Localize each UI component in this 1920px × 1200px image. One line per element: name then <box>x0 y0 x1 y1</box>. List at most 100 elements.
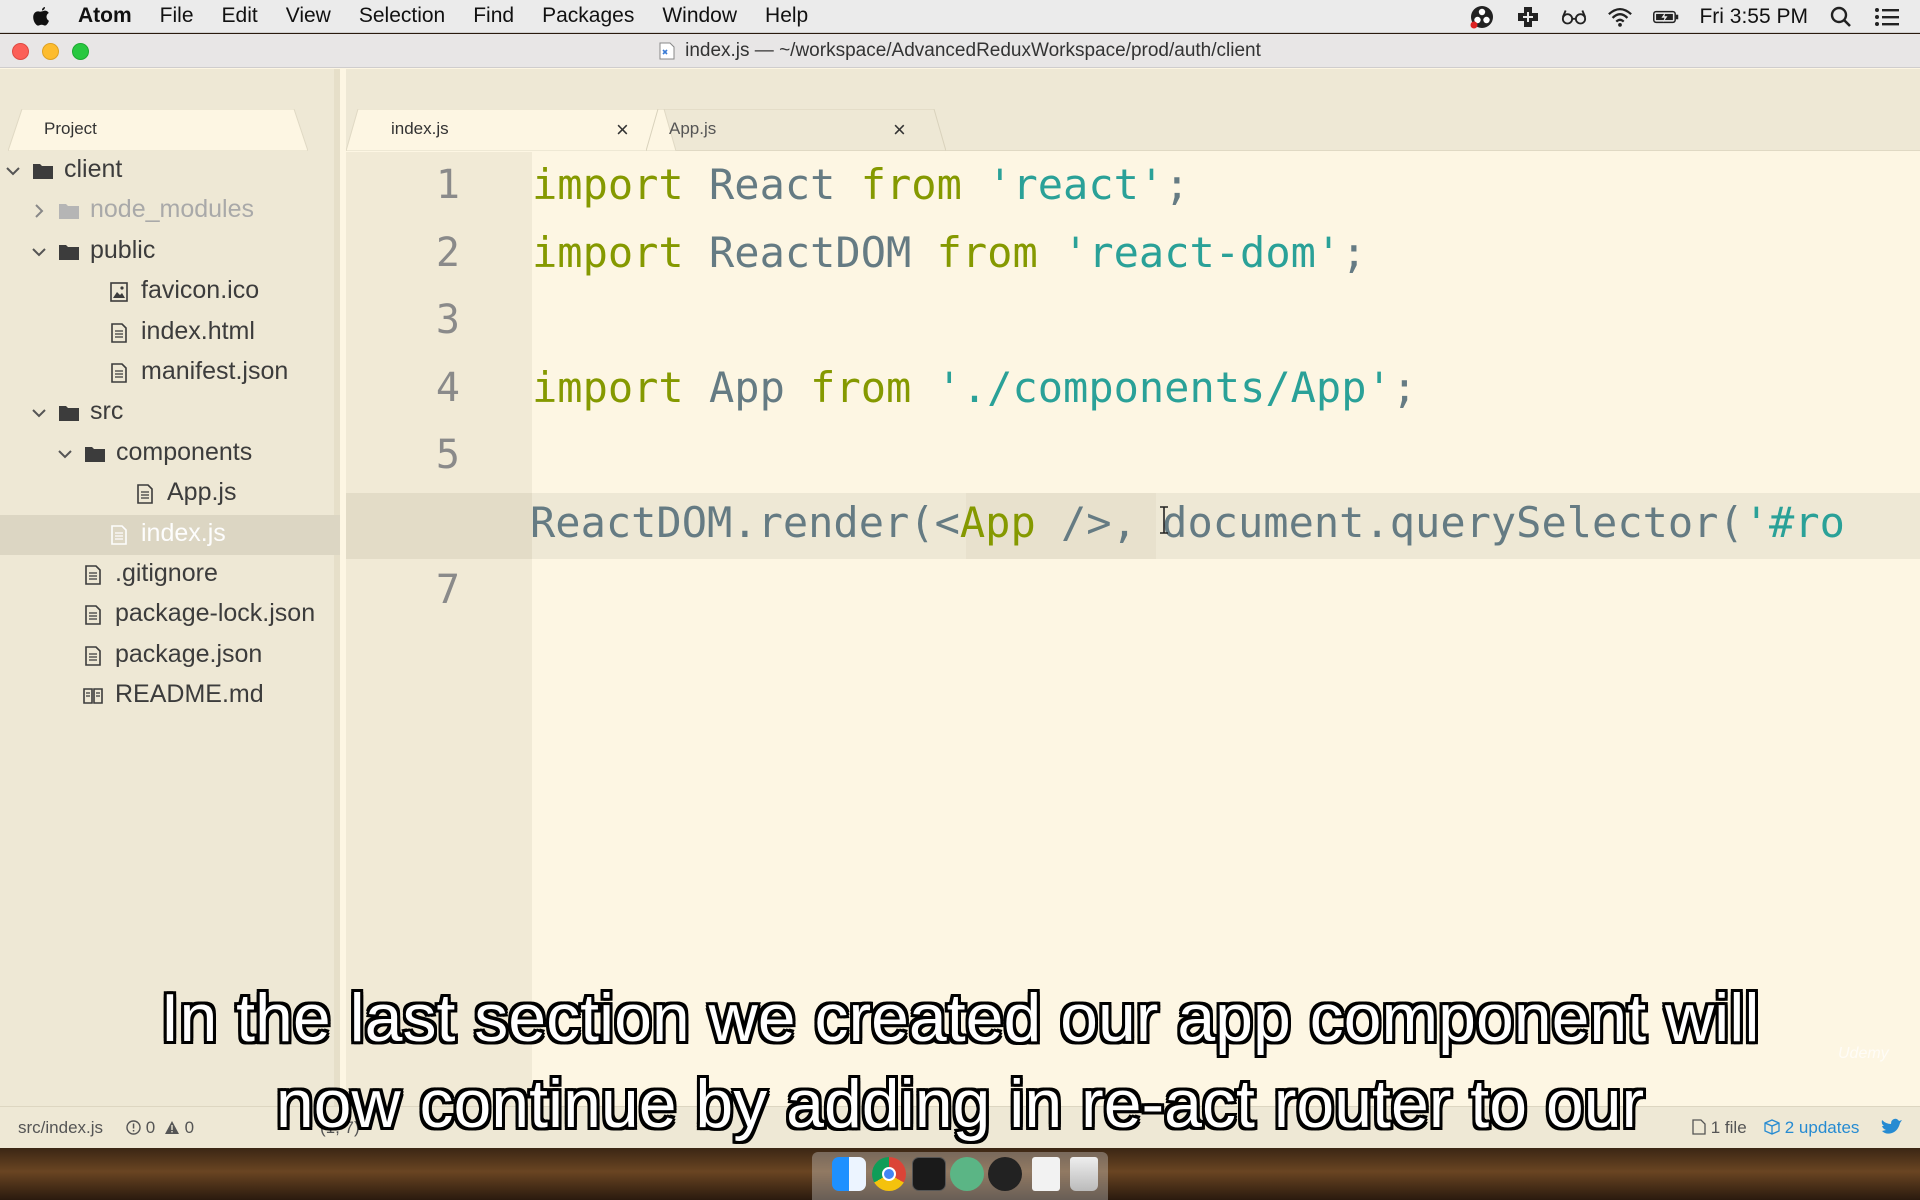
zoom-window-button[interactable] <box>72 43 89 60</box>
code-token: ; <box>1341 227 1367 277</box>
code-token: ReactDOM.render( <box>530 497 935 547</box>
atom-dock-icon[interactable] <box>950 1157 984 1191</box>
book-icon <box>83 688 103 704</box>
tab-project-label: Project <box>44 119 97 138</box>
text-file-icon <box>137 484 153 504</box>
tab-index-js-close-icon[interactable]: × <box>616 117 629 143</box>
tree-item[interactable]: App.js <box>0 474 340 514</box>
notification-center-icon[interactable] <box>1874 4 1900 30</box>
tab-app-js[interactable]: App.js × <box>646 109 946 151</box>
menu-find[interactable]: Find <box>473 4 514 28</box>
chevron-down-icon[interactable] <box>58 447 72 461</box>
tab-index-js[interactable]: index.js × <box>346 109 676 151</box>
code-token: import <box>532 362 684 412</box>
text-file-icon <box>111 524 127 545</box>
code-token: ; <box>1391 362 1418 412</box>
close-window-button[interactable] <box>12 43 29 60</box>
text-file-icon <box>85 565 101 585</box>
text-file-icon <box>85 645 101 666</box>
code-token: from <box>860 160 962 209</box>
tree-item-label: package-lock.json <box>115 599 316 628</box>
tree-item-label: client <box>64 155 123 183</box>
menu-app-atom[interactable]: Atom <box>78 4 132 28</box>
tree-item[interactable]: src <box>0 393 340 433</box>
tree-item[interactable]: package.json <box>0 636 340 676</box>
folder-icon <box>33 164 53 179</box>
folder-icon <box>59 244 79 260</box>
code-line[interactable]: ReactDOM.render(<App />, document.queryS… <box>530 498 1845 547</box>
menu-help[interactable]: Help <box>765 4 808 28</box>
tree-item[interactable]: components <box>0 434 340 474</box>
clock[interactable]: Fri 3:55 PM <box>1699 5 1808 29</box>
tree-item[interactable]: .gitignore <box>0 555 340 595</box>
tree-item[interactable]: public <box>0 232 340 272</box>
text-file-icon <box>111 322 127 343</box>
chevron-right-icon[interactable] <box>32 204 46 219</box>
subtitle-line-2: now continue by adding in re-act router … <box>275 1066 1645 1142</box>
tree-item[interactable]: favicon.ico <box>0 272 340 312</box>
menu-file[interactable]: File <box>160 4 194 28</box>
tree-item[interactable]: index.html <box>0 313 340 353</box>
code-token: './components/App' <box>936 362 1392 412</box>
tree-item-label: node_modules <box>90 195 255 224</box>
chrome-center <box>882 1167 896 1181</box>
menu-bar: Atom File Edit View Selection Find Packa… <box>0 0 1920 33</box>
chevron-down-icon[interactable] <box>32 406 46 420</box>
plus-status-icon[interactable] <box>1515 4 1541 30</box>
line-number-gutter: 1234567 <box>346 152 532 1106</box>
spotlight-search-icon[interactable] <box>1828 4 1854 30</box>
code-line[interactable]: import App from './components/App'; <box>532 363 1417 412</box>
watermark-logo: Udemy <box>1838 1045 1889 1062</box>
menu-packages[interactable]: Packages <box>542 4 634 28</box>
trash-dock-icon[interactable] <box>1070 1157 1098 1191</box>
chevron-down-icon[interactable] <box>32 245 46 259</box>
obs-dock-icon[interactable] <box>988 1157 1022 1191</box>
tree-item[interactable]: README.md <box>0 676 340 716</box>
code-editor[interactable]: 1234567 import React from 'react'; import… <box>346 152 1920 1106</box>
tree-item-label: index.html <box>141 316 255 345</box>
folder-icon <box>59 204 79 220</box>
apple-logo-icon[interactable] <box>30 4 52 28</box>
code-line[interactable]: import ReactDOM from 'react-dom'; <box>532 228 1367 277</box>
tree-item[interactable]: index.js <box>0 514 340 555</box>
folder-icon <box>85 446 105 462</box>
tree-item[interactable]: manifest.json <box>0 353 340 393</box>
code-token: from <box>810 362 912 412</box>
code-token: < <box>934 497 960 547</box>
obs-status-icon[interactable] <box>1469 4 1495 30</box>
tree-item[interactable]: package-lock.json <box>0 595 340 635</box>
tree-item[interactable]: node_modules <box>0 191 340 231</box>
menu-view[interactable]: View <box>286 4 331 28</box>
active-line-gutter <box>346 493 532 559</box>
code-token: from <box>936 227 1038 277</box>
menu-selection[interactable]: Selection <box>359 4 445 28</box>
folder-icon <box>59 406 79 422</box>
tab-project[interactable]: Project <box>0 69 340 151</box>
battery-charging-icon[interactable] <box>1653 4 1679 30</box>
chrome-dock-icon[interactable] <box>872 1157 906 1191</box>
tree-item-label: src <box>90 397 124 426</box>
documents-dock-icon[interactable] <box>1032 1157 1060 1191</box>
terminal-dock-icon[interactable] <box>912 1157 946 1191</box>
menu-edit[interactable]: Edit <box>222 4 258 28</box>
tree-item-label: README.md <box>115 680 264 709</box>
accessibility-glasses-icon[interactable] <box>1561 4 1587 30</box>
image-file-icon <box>110 282 128 302</box>
minimize-window-button[interactable] <box>42 43 59 60</box>
code-line[interactable]: import React from 'react'; <box>532 160 1190 209</box>
chevron-down-icon[interactable] <box>6 164 20 178</box>
tree-item-label: manifest.json <box>141 356 289 385</box>
document-proxy-icon[interactable] <box>659 42 675 60</box>
menu-window[interactable]: Window <box>662 4 737 28</box>
tree-item-label: App.js <box>167 478 237 507</box>
tree-item[interactable]: client <box>0 151 340 191</box>
finder-dock-icon[interactable] <box>832 1157 866 1191</box>
wifi-icon[interactable] <box>1607 4 1633 30</box>
file-tree: client node_modulespublic favicon.ico index… <box>0 151 340 716</box>
tree-item-label: package.json <box>115 639 263 668</box>
tab-app-js-close-icon[interactable]: × <box>893 117 906 143</box>
line-number: 2 <box>435 229 460 276</box>
title-bar: index.js — ~/workspace/AdvancedReduxWork… <box>0 34 1920 68</box>
